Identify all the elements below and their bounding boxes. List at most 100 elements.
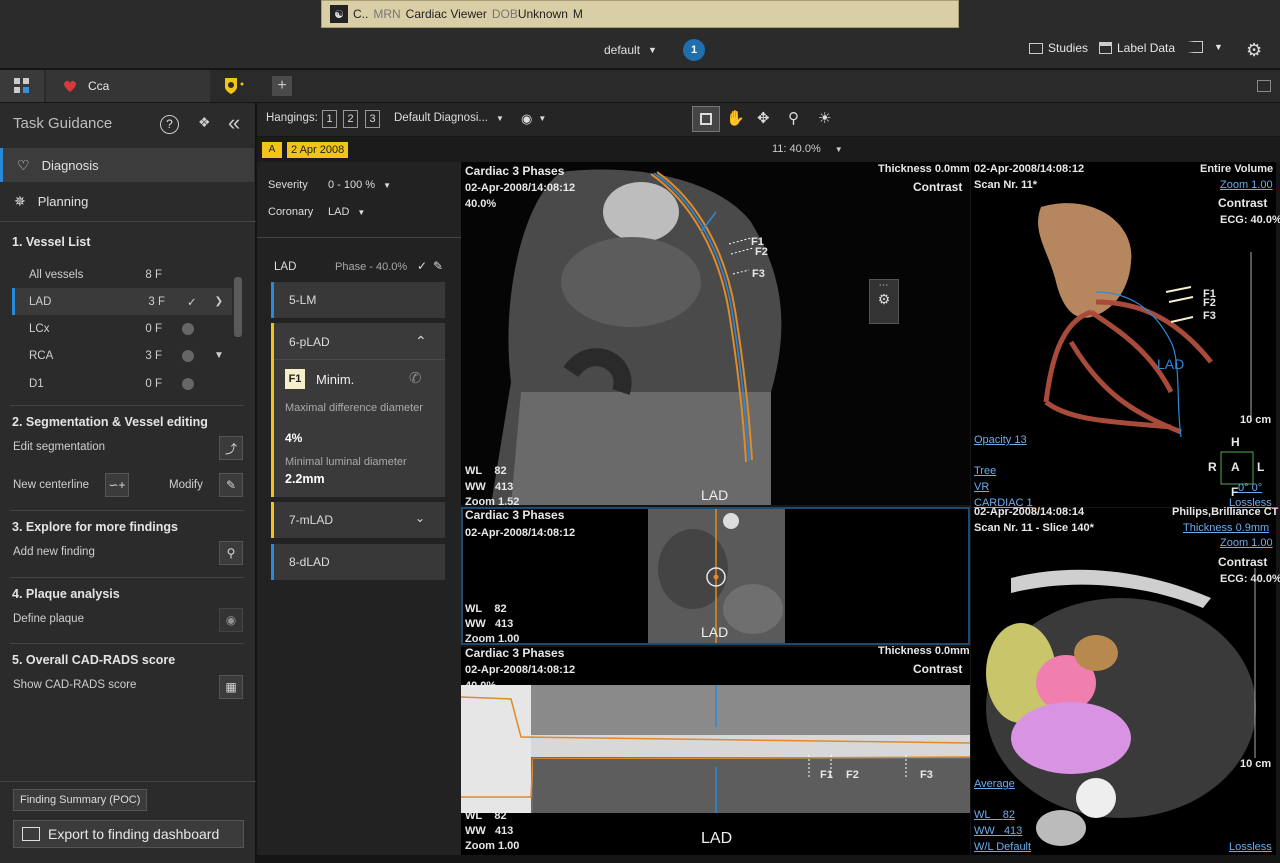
vessel-row[interactable]: RCA 3 F ▼ [12,342,232,369]
vessel-name: RCA [29,349,54,362]
hanging-3-button[interactable]: 3 [365,110,380,128]
vessel-row-selected[interactable]: LAD 3 F ✓ ❯ [12,288,232,315]
phone-icon[interactable]: ✆ [409,369,422,387]
divider [257,237,461,238]
lossless-link[interactable]: Lossless [1229,841,1272,853]
new-centerline-button[interactable]: ∽+ [105,473,129,497]
label-data-button[interactable]: Label Data [1099,41,1175,55]
cpr-viewport[interactable] [461,162,970,505]
define-plaque-label: Define plaque [13,613,84,625]
nav-diagnosis[interactable]: ♡ Diagnosis [0,148,254,182]
viewport-tools-button[interactable]: ⋯ ⚙ [869,279,899,324]
study-date[interactable]: 2 Apr 2008 [287,142,349,158]
hanging-1-button[interactable]: 1 [322,110,337,128]
vessel-row[interactable]: D1 0 F [12,370,232,397]
chevron-down-icon[interactable]: ❯ [215,296,223,307]
wl-key: WL [465,465,483,477]
pin-icon[interactable]: ❖ [198,114,211,131]
shield-icon [225,78,244,94]
heart-outline-icon: ♡ [17,156,30,173]
coronary-dropdown[interactable]: LAD ▼ [328,206,365,220]
layout-view-button[interactable]: ▼ [1187,41,1223,53]
add-finding-button[interactable]: ⚲ [219,541,243,565]
tree-link[interactable]: Tree [974,465,996,477]
vessel-name: D1 [29,377,44,390]
orient-h: H [1231,435,1240,449]
vessel-count: 8 F [145,268,162,281]
help-icon[interactable]: ? [160,115,179,134]
viewport-phase: 40.0% [465,680,497,692]
zoom-info[interactable]: 11: 40.0% ▼ [772,143,843,157]
protocol-dropdown[interactable]: Default Diagnosi... ▼ [394,112,504,126]
chevron-up-icon[interactable]: ⌃ [415,333,427,350]
zoom-tool-icon[interactable]: ⚲ [788,109,799,127]
orient-a[interactable]: A [1231,460,1240,474]
chevron-down-icon[interactable]: ▼ [214,350,224,361]
check-icon[interactable]: ✓ [417,259,427,273]
viewport-date: 02-Apr-2008/14:08:12 [974,163,1085,175]
export-button[interactable]: Export to finding dashboard [13,820,244,848]
viewport-date: 02-Apr-2008/14:08:12 [465,182,576,194]
vessel-count: 3 F [148,295,165,308]
pencil-icon[interactable]: ✎ [433,259,443,273]
zoom-link[interactable]: Zoom 1.00 [1220,179,1273,191]
count-badge[interactable]: 1 [683,39,705,61]
modify-button[interactable]: ✎ [219,473,243,497]
move-icon[interactable]: ✥ [757,109,770,127]
scale-label: 10 cm [1240,758,1272,770]
opacity-link[interactable]: Opacity 13 [974,434,1027,446]
viewport-contrast: Contrast [913,662,963,676]
vessel-label: LAD [701,487,729,503]
cadrads-button[interactable]: ▦ [219,675,243,699]
viewport-date: 02-Apr-2008/14:08:12 [465,527,576,539]
layout-label: default [604,43,641,57]
apps-tab[interactable] [0,70,44,102]
finding-label: F2 [846,769,859,781]
segment-item[interactable]: 5-LM [271,282,445,318]
thickness-link[interactable]: Thickness 0.9mm [1183,522,1269,534]
visibility-dropdown[interactable]: ◉ ▼ [521,111,546,127]
segmentation-heading: 2. Segmentation & Vessel editing [12,415,208,429]
layout-dropdown[interactable]: default ▼ [604,43,657,57]
dob-label: DOB [491,7,518,21]
average-link[interactable]: Average [974,778,1015,790]
severity-label: Severity [268,179,308,191]
chevron-down-icon: ▼ [1214,42,1223,52]
tab-cca[interactable]: Cca [46,70,210,102]
gear-icon[interactable]: ⚙ [1246,40,1262,61]
finding-name[interactable]: Minim. [316,372,354,387]
fullscreen-icon[interactable] [1257,80,1271,92]
angle-link[interactable]: 0° 0° [1238,482,1262,494]
shield-tab[interactable] [222,76,248,96]
brightness-icon[interactable]: ☀ [818,109,831,127]
chevron-down-icon[interactable]: ⌄ [415,511,425,525]
pan-hand-icon[interactable]: ✋ [726,109,745,127]
add-tab-button[interactable]: + [272,76,292,96]
patient-banner[interactable]: ☯ C.. MRN Cardiac Viewer DOBUnknown M [321,0,959,28]
vessel-row[interactable]: LCx 0 F [12,315,232,342]
divider [0,781,256,782]
zoom-link[interactable]: Zoom 1.00 [1220,537,1273,549]
segment-item[interactable]: 6-pLAD [289,335,330,349]
app-name: Cardiac Viewer [405,7,487,21]
vessel-list-scrollbar[interactable] [234,263,242,391]
scrollbar-thumb[interactable] [234,277,242,337]
layout-tool-button[interactable] [692,106,720,132]
studies-button[interactable]: Studies [1029,41,1088,55]
hanging-2-button[interactable]: 2 [343,110,358,128]
vr-link[interactable]: VR [974,481,989,493]
segment-item[interactable]: 8-dLAD [271,544,445,580]
chevron-down-icon: ▼ [383,181,392,190]
book-icon [1187,41,1203,53]
wl-default-link[interactable]: W/L Default [974,841,1031,853]
define-plaque-button[interactable]: ◉ [219,608,243,632]
ww-value: 413 [1003,825,1023,837]
severity-dropdown[interactable]: 0 - 100 % ▼ [328,179,391,193]
vessel-name: All vessels [29,268,84,281]
finding-summary-button[interactable]: Finding Summary (POC) [13,789,148,811]
edit-segmentation-button[interactable]: ⤴ [219,436,243,460]
nav-planning[interactable]: ✵ Planning [0,184,254,218]
vessel-row[interactable]: All vessels 8 F [12,261,232,288]
collapse-icon[interactable]: « [228,110,240,136]
stretched-viewport[interactable] [461,647,970,855]
